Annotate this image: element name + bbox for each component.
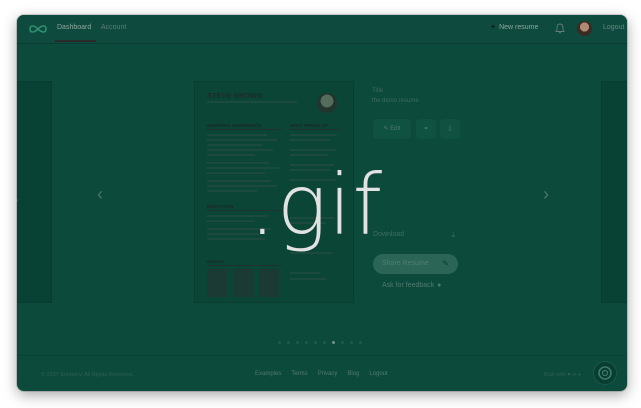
copyright-text: © 2017 Enhancv. All Rights Reserved. bbox=[41, 372, 134, 378]
text-line bbox=[207, 154, 255, 156]
edit-label: Edit bbox=[390, 126, 401, 132]
chevron-left-icon[interactable]: ‹ bbox=[97, 184, 103, 205]
pager-dot[interactable] bbox=[287, 341, 290, 344]
pager-dot[interactable] bbox=[278, 341, 281, 344]
tab-dashboard[interactable]: Dashboard bbox=[57, 24, 91, 31]
pager-dot[interactable] bbox=[350, 341, 353, 344]
new-resume-label: New resume bbox=[499, 24, 539, 31]
trash-icon: ▯ bbox=[448, 126, 452, 132]
previous-resume-preview[interactable]: ●●●● bbox=[17, 81, 52, 303]
pager-dot[interactable] bbox=[341, 341, 344, 344]
book-cover bbox=[233, 269, 253, 297]
carousel-pager bbox=[278, 341, 368, 345]
resume-section-experience: EDITORIAL EXPERIENCE bbox=[207, 123, 262, 128]
delete-button[interactable]: ▯ bbox=[440, 119, 460, 139]
text-line bbox=[290, 278, 326, 280]
top-nav: Dashboard Account + New resume Logout bbox=[17, 15, 627, 44]
made-with-text: Built with ♥ in ♦ bbox=[544, 372, 581, 378]
pager-dot[interactable] bbox=[323, 341, 326, 344]
new-resume-button[interactable]: + New resume bbox=[491, 24, 538, 31]
resume-section-proud: MOST PROUD OF bbox=[290, 123, 328, 128]
share-label: Share Resume bbox=[382, 260, 429, 267]
dashboard-content: ●●●● ‹ › STEVE BROWN EDITORIAL EXPERIENC… bbox=[17, 43, 627, 391]
resume-section-books: BOOKS bbox=[207, 259, 224, 264]
text-line bbox=[207, 139, 277, 141]
ask-feedback-button[interactable]: Ask for feedback ● bbox=[373, 276, 458, 296]
chat-bubble-icon: ● bbox=[437, 282, 442, 289]
text-line bbox=[207, 149, 273, 151]
logo-icon[interactable] bbox=[28, 23, 48, 35]
pager-dot[interactable] bbox=[296, 341, 299, 344]
help-chat-button[interactable] bbox=[593, 361, 617, 385]
download-button[interactable]: Download ⤓ bbox=[373, 226, 459, 244]
divider bbox=[290, 129, 340, 130]
text-line bbox=[207, 144, 262, 146]
separator: · bbox=[341, 371, 344, 377]
footer: © 2017 Enhancv. All Rights Reserved. Exa… bbox=[17, 355, 627, 391]
pencil-icon: ✎ bbox=[442, 259, 449, 268]
divider bbox=[207, 129, 283, 130]
tab-account[interactable]: Account bbox=[101, 24, 126, 31]
text-line bbox=[290, 149, 336, 151]
text-line bbox=[290, 139, 330, 141]
active-tab-indicator bbox=[55, 40, 96, 42]
text-line bbox=[290, 272, 320, 274]
logout-link[interactable]: Logout bbox=[603, 24, 624, 31]
resume-section-education: EDUCATION bbox=[207, 204, 234, 209]
book-cover bbox=[207, 269, 227, 297]
resume-title-value[interactable]: the demo resume bbox=[372, 98, 419, 104]
pager-dot[interactable] bbox=[305, 341, 308, 344]
edit-button[interactable]: ✎ Edit bbox=[373, 119, 411, 139]
footer-link-terms[interactable]: Terms bbox=[291, 371, 307, 377]
separator: · bbox=[363, 371, 366, 377]
app-window: Dashboard Account +New resume Logout ●●●… bbox=[17, 15, 627, 391]
divider bbox=[207, 265, 283, 266]
separator: · bbox=[311, 371, 314, 377]
footer-links: Examples · Terms · Privacy · Blog · Logout bbox=[255, 371, 388, 377]
chevron-right-icon[interactable]: › bbox=[543, 184, 549, 205]
footer-link-examples[interactable]: Examples bbox=[255, 371, 281, 377]
gif-overlay-label[interactable]: .gif bbox=[249, 163, 383, 247]
pager-dot[interactable] bbox=[359, 341, 362, 344]
resume-subtitle-line bbox=[207, 101, 297, 103]
text-line bbox=[207, 134, 267, 136]
footer-link-privacy[interactable]: Privacy bbox=[318, 371, 338, 377]
next-resume-preview[interactable] bbox=[601, 81, 627, 303]
text-line bbox=[290, 134, 336, 136]
share-resume-button[interactable]: Share Resume ✎ bbox=[373, 254, 458, 274]
footer-link-blog[interactable]: Blog bbox=[347, 371, 359, 377]
link-icon: ⚭ bbox=[423, 126, 429, 132]
separator: · bbox=[285, 371, 288, 377]
book-cover bbox=[259, 269, 279, 297]
copy-link-button[interactable]: ⚭ bbox=[416, 119, 436, 139]
help-icon bbox=[598, 366, 612, 380]
title-label: Title bbox=[372, 88, 384, 94]
plus-icon: + bbox=[491, 24, 496, 31]
feedback-label: Ask for feedback bbox=[382, 282, 435, 289]
avatar[interactable] bbox=[577, 21, 592, 36]
resume-name: STEVE BROWN bbox=[207, 93, 263, 100]
pager-dot[interactable] bbox=[332, 341, 335, 344]
footer-link-logout[interactable]: Logout bbox=[369, 371, 387, 377]
resume-photo bbox=[317, 93, 337, 113]
download-icon: ⤓ bbox=[451, 230, 455, 239]
preview-decoration: ●●●● bbox=[17, 198, 20, 204]
pager-dot[interactable] bbox=[314, 341, 317, 344]
text-line bbox=[207, 220, 255, 222]
bell-icon[interactable] bbox=[555, 23, 565, 34]
